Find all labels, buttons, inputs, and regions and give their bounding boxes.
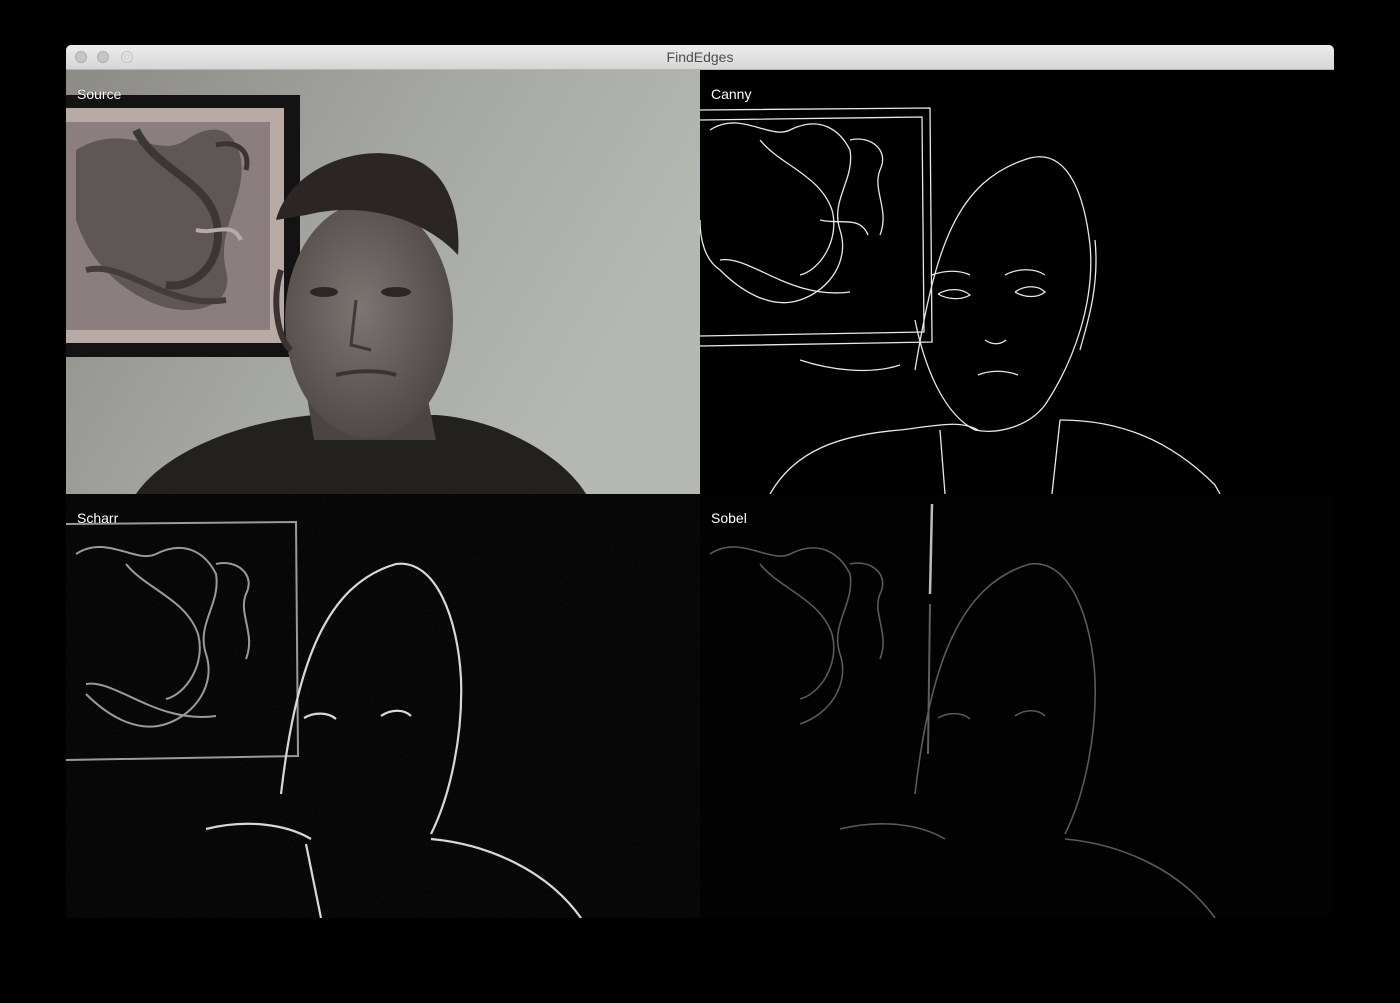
sobel-image	[700, 494, 1334, 918]
scharr-image	[66, 494, 700, 918]
image-canvas: Source Canny Scharr Sobel	[66, 70, 1334, 918]
canny-label: Canny	[711, 86, 752, 102]
app-window: FindEdges Source Canny Scharr Sobel	[66, 45, 1334, 918]
source-image	[66, 70, 700, 494]
title-bar[interactable]: FindEdges	[66, 45, 1334, 70]
scharr-panel: Scharr	[66, 494, 700, 918]
window-title: FindEdges	[666, 49, 734, 65]
sobel-label: Sobel	[711, 510, 747, 526]
sobel-panel: Sobel	[700, 494, 1334, 918]
scharr-label: Scharr	[77, 510, 119, 526]
canny-image	[700, 70, 1334, 494]
source-panel: Source	[66, 70, 700, 494]
canny-panel: Canny	[700, 70, 1334, 494]
source-label: Source	[77, 86, 122, 102]
